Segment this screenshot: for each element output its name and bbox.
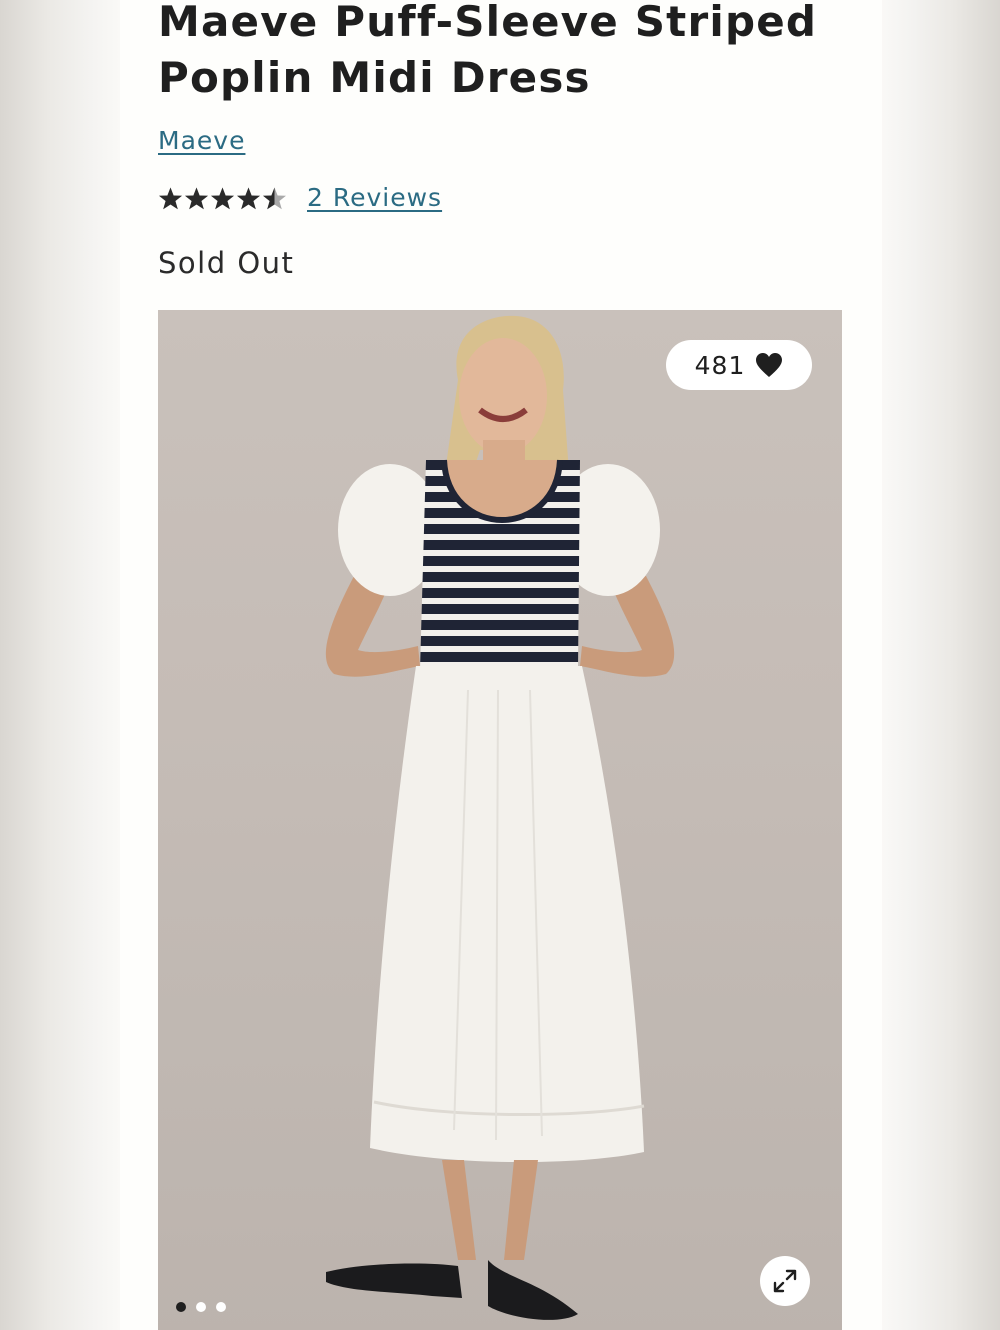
wishlist-count: 481 [694,350,746,380]
product-page: Maeve Puff-Sleeve Striped Poplin Midi Dr… [120,0,882,1330]
gallery-dot[interactable] [176,1302,186,1312]
rating-row: 2 Reviews [158,180,442,216]
star-icon [263,187,286,209]
product-image-gallery[interactable]: 481 [158,310,842,1330]
background-blur-right [880,0,1000,1330]
product-title: Maeve Puff-Sleeve Striped Poplin Midi Dr… [158,0,818,102]
star-icon [159,187,182,209]
star-icon [237,187,260,209]
gallery-dot[interactable] [196,1302,206,1312]
star-icon [185,187,208,209]
heart-icon [756,353,783,377]
product-image [325,315,675,1320]
gallery-dot[interactable] [216,1302,226,1312]
stock-status: Sold Out [158,246,295,280]
star-rating [158,186,287,211]
star-icon [211,187,234,209]
expand-icon [773,1269,797,1293]
wishlist-button[interactable]: 481 [666,340,812,390]
background-blur-left [0,0,120,1330]
brand-link[interactable]: Maeve [158,124,245,158]
gallery-pagination [176,1302,226,1312]
expand-image-button[interactable] [760,1256,810,1306]
reviews-link[interactable]: 2 Reviews [307,181,442,215]
